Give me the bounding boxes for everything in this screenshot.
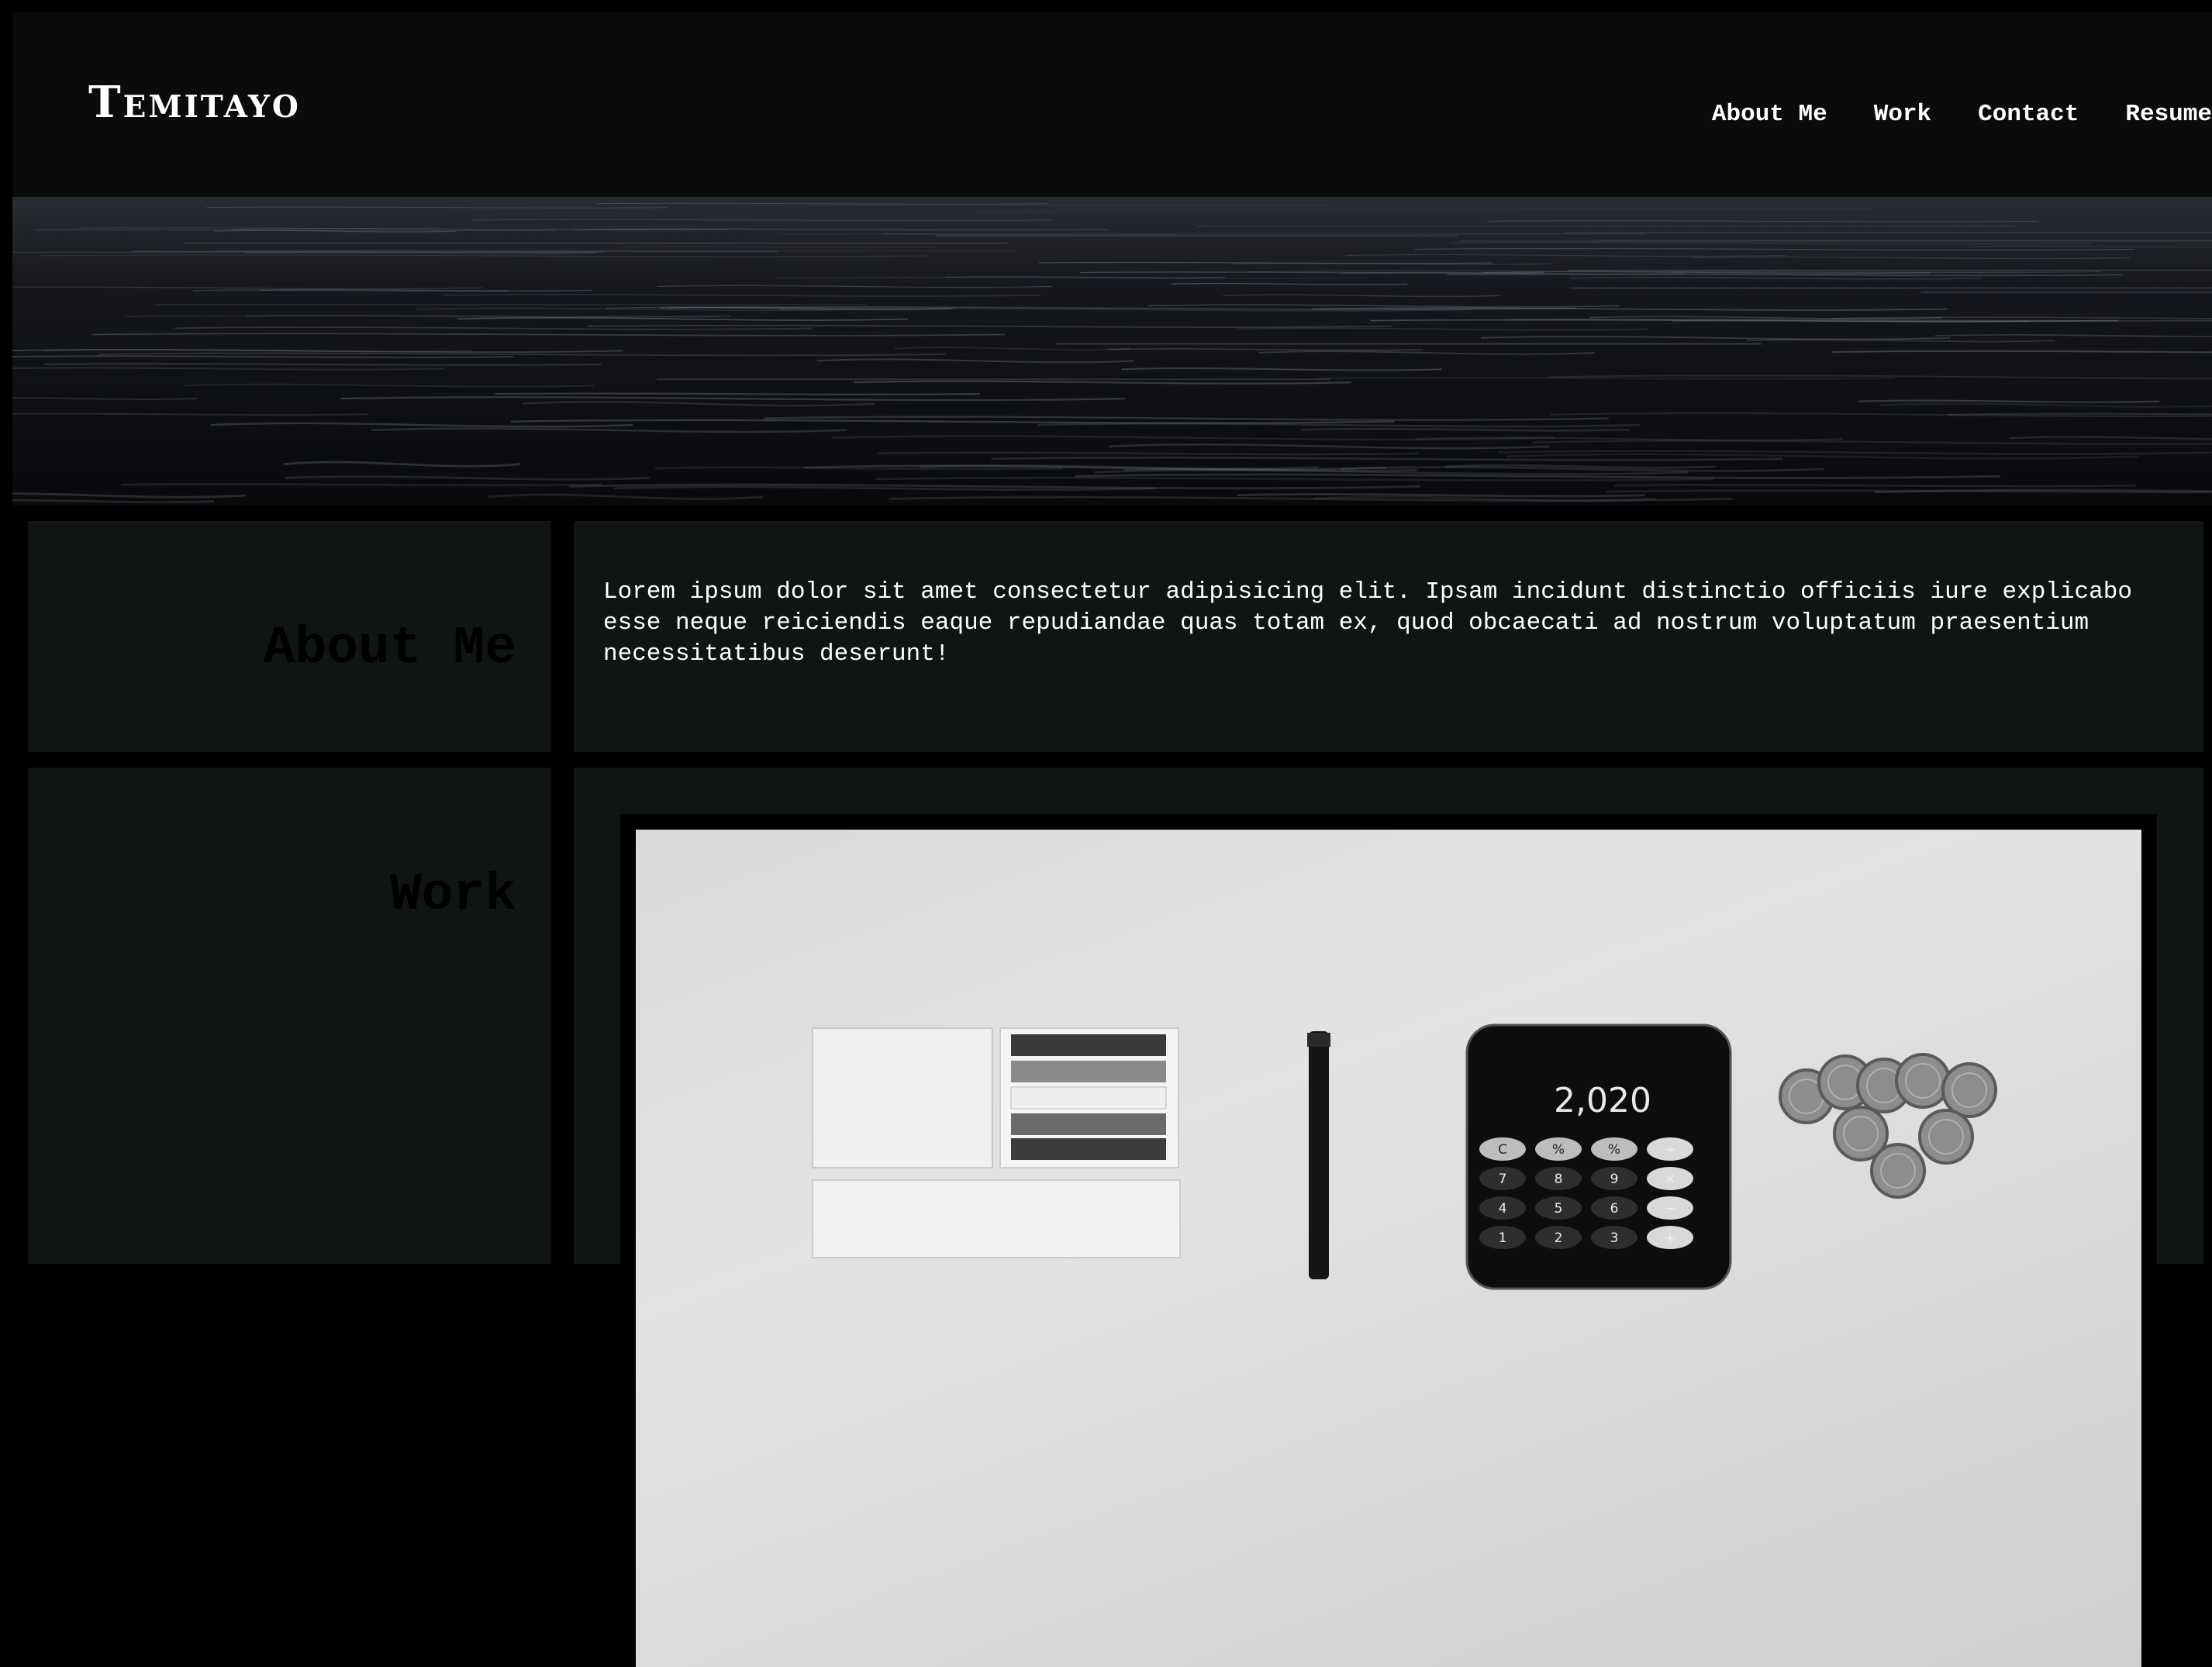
about-content-panel: Lorem ipsum dolor sit amet consectetur a… (574, 521, 2203, 752)
calculator-display: 2,020 (1554, 1081, 1651, 1120)
water-ripple (122, 484, 600, 485)
calculator-key-label: 6 (1610, 1201, 1619, 1217)
work-image-frame: 2,020 C%% ÷ 7 8 9 × 4 5 6 − 1 2 3 + (620, 814, 2157, 1667)
calculator-key-label: 9 (1610, 1172, 1619, 1187)
calculator-key-label: × (1665, 1172, 1675, 1187)
water-ripple (936, 235, 1458, 236)
water-ripple (1615, 485, 2135, 486)
nav-work[interactable]: Work (1851, 99, 1955, 130)
water-ripple (154, 304, 867, 305)
about-heading: About Me (264, 623, 516, 675)
calculator-key-label: 5 (1555, 1201, 1563, 1217)
water-ripple (884, 233, 1644, 234)
calculator-key-label: 8 (1555, 1172, 1563, 1187)
about-paragraph: Lorem ipsum dolor sit amet consectetur a… (603, 577, 2185, 670)
work-project-image[interactable]: 2,020 C%% ÷ 7 8 9 × 4 5 6 − 1 2 3 + (636, 830, 2141, 1667)
calculator-key-label: 7 (1499, 1172, 1507, 1187)
calculator-key-label: − (1665, 1201, 1675, 1217)
coin (1920, 1110, 1972, 1163)
about-title-panel: About Me (28, 521, 550, 752)
water-ripple (1460, 240, 2212, 241)
water-ripple (1568, 270, 2212, 271)
coin (1896, 1054, 1949, 1107)
brand-logo[interactable]: Temitayo (88, 81, 301, 124)
calculator-key-label: ÷ (1665, 1142, 1675, 1158)
nav-resume[interactable]: Resume (2102, 99, 2212, 130)
calculator-key-label: 2 (1555, 1230, 1563, 1246)
water-ripple (657, 379, 1330, 380)
calculator-key-label: 3 (1610, 1230, 1619, 1246)
pencil-icon (1307, 1031, 1330, 1279)
nav-about-me[interactable]: About Me (1689, 99, 1851, 130)
coin (1943, 1064, 1996, 1117)
nav-contact[interactable]: Contact (1955, 99, 2102, 130)
work-title-panel: Work (28, 768, 550, 1264)
hero-water-image (12, 197, 2212, 506)
calculator-key-label: 4 (1499, 1201, 1507, 1217)
page: Temitayo About Me Work Contact Resume Ab… (12, 12, 2212, 1259)
site-header: Temitayo About Me Work Contact Resume (12, 12, 2212, 197)
calculator-key-label: % (1608, 1142, 1620, 1158)
calculator-key-label: + (1665, 1230, 1675, 1246)
water-ripple (1056, 343, 1761, 344)
calculator-key-label: 1 (1499, 1230, 1507, 1246)
calculator-key-label: % (1552, 1142, 1565, 1158)
work-content-panel: 2,020 C%% ÷ 7 8 9 × 4 5 6 − 1 2 3 + (574, 768, 2203, 1264)
water-ripple (495, 393, 978, 394)
water-ripple (1565, 232, 2212, 233)
coin (1872, 1144, 1924, 1197)
calculator-phone-icon: 2,020 C%% ÷ 7 8 9 × 4 5 6 − 1 2 3 + (1467, 1025, 1731, 1289)
work-heading: Work (390, 869, 516, 922)
calculator-key-label: C (1498, 1142, 1507, 1158)
coins-icon (1780, 1054, 1996, 1197)
main-nav: About Me Work Contact Resume (1689, 99, 2212, 130)
sticky-notes-icon (813, 1028, 1180, 1258)
